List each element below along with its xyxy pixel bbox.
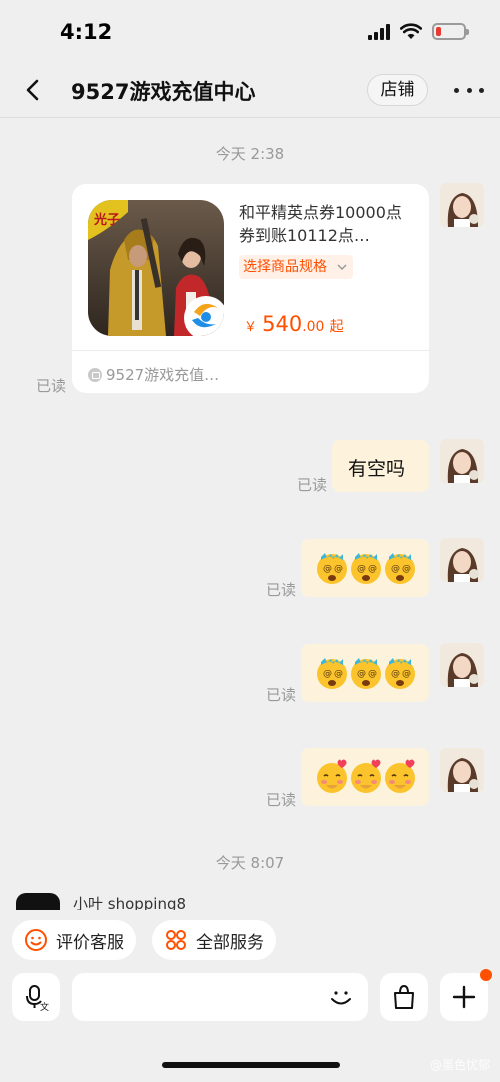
message-text: 有空吗	[348, 458, 406, 480]
price-suffix: 起	[329, 319, 344, 335]
message-input[interactable]	[72, 973, 368, 1021]
quick-actions-bar: 评价客服 全部服务	[0, 910, 500, 970]
svg-text:@: @	[402, 669, 411, 679]
dizzy-face-emoji: @ @	[351, 553, 381, 584]
svg-text:@: @	[357, 669, 366, 679]
read-status: 已读	[266, 791, 297, 809]
svg-text:@: @	[368, 564, 377, 574]
read-status: 已读	[266, 581, 297, 599]
wifi-icon	[400, 23, 422, 39]
chevron-down-icon	[337, 264, 347, 271]
grid-icon	[166, 930, 186, 950]
svg-text:@: @	[357, 564, 366, 574]
more-icon[interactable]	[454, 76, 484, 104]
shop-link[interactable]: 9527游戏充值…	[88, 364, 219, 385]
dizzy-face-emoji: @ @	[351, 658, 381, 689]
read-status: 已读	[266, 686, 297, 704]
all-services-button[interactable]: 全部服务	[152, 920, 276, 960]
chevron-left-icon[interactable]	[20, 76, 48, 104]
avatar[interactable]	[440, 748, 484, 792]
notification-dot	[480, 969, 492, 981]
svg-text:@: @	[323, 564, 332, 574]
read-status: 已读	[36, 377, 67, 395]
select-spec-button[interactable]: 选择商品规格	[239, 255, 354, 279]
plus-button[interactable]	[440, 969, 492, 1021]
price-currency: ￥	[244, 320, 258, 335]
voice-button[interactable]: 文	[12, 973, 60, 1021]
review-service-button[interactable]: 评价客服	[12, 920, 136, 960]
battery-level-fill	[436, 27, 441, 36]
status-bar: 4:12	[0, 0, 500, 62]
battery-icon	[432, 23, 469, 40]
cellular-signal-icon	[368, 23, 390, 40]
svg-text:光子: 光子	[93, 212, 120, 228]
plus-icon	[452, 985, 476, 1009]
avatar[interactable]	[440, 183, 484, 227]
message-bubble[interactable]: 有空吗	[332, 440, 429, 492]
dizzy-face-emoji: @ @	[317, 553, 347, 584]
message-bubble[interactable]	[301, 748, 429, 806]
store-button[interactable]: 店铺	[367, 74, 428, 106]
dizzy-face-emoji: @ @	[317, 658, 347, 689]
nav-bar: 9527游戏充值中心 店铺	[0, 62, 500, 118]
price-decimal: .00	[302, 319, 325, 335]
product-title[interactable]: 和平精英点券10000点券到账10112点…	[239, 201, 411, 247]
review-service-label: 评价客服	[56, 932, 124, 953]
watermark: @墨色忧郁	[429, 1058, 490, 1072]
status-time: 4:12	[60, 20, 113, 44]
select-spec-label: 选择商品规格	[243, 259, 327, 275]
page-title: 9527游戏充值中心	[71, 80, 256, 104]
message-bubble[interactable]: @ @ @ @ @ @	[301, 644, 429, 702]
home-indicator	[162, 1062, 340, 1068]
price-integer: 540	[262, 312, 303, 336]
svg-text:@: @	[391, 564, 400, 574]
message-bubble[interactable]: @ @ @ @ @ @	[301, 539, 429, 597]
chat-timestamp: 今天 8:07	[215, 854, 285, 872]
dizzy-face-emoji: @ @	[385, 658, 415, 689]
svg-text:@: @	[334, 564, 343, 574]
avatar[interactable]	[440, 538, 484, 582]
svg-text:@: @	[323, 669, 332, 679]
status-icons	[368, 23, 469, 40]
blushing-face-emoji	[351, 759, 381, 793]
svg-text:@: @	[391, 669, 400, 679]
read-status: 已读	[297, 476, 328, 494]
chat-timestamp: 今天 2:38	[215, 145, 285, 163]
svg-text:@: @	[402, 564, 411, 574]
avatar[interactable]	[440, 439, 484, 483]
input-bar: 文 @墨色忧郁	[0, 969, 500, 1082]
sender-name: 小叶 shopping8	[73, 895, 187, 911]
card-divider	[72, 350, 429, 351]
shop-icon	[88, 367, 102, 382]
shopping-bag-button[interactable]	[380, 973, 428, 1021]
dizzy-face-emoji: @ @	[385, 553, 415, 584]
svg-text:文: 文	[40, 1001, 49, 1011]
shop-name: 9527游戏充值…	[106, 366, 220, 384]
product-card[interactable]: 光子 和平精英点券10000点券到账10112点… 选择商品规格 ￥ 540.0…	[72, 184, 429, 393]
shopping-bag-icon	[394, 984, 414, 1009]
svg-text:@: @	[368, 669, 377, 679]
avatar[interactable]	[440, 643, 484, 687]
smile-icon[interactable]	[328, 984, 354, 1010]
product-price: ￥ 540.00 起	[244, 312, 344, 336]
blushing-face-emoji	[385, 759, 415, 793]
svg-text:@: @	[334, 669, 343, 679]
voice-translate-icon: 文	[26, 985, 49, 1011]
all-services-label: 全部服务	[196, 932, 264, 953]
product-image[interactable]: 光子	[88, 200, 224, 336]
smile-face-icon	[25, 929, 47, 951]
blushing-face-emoji	[317, 759, 347, 793]
